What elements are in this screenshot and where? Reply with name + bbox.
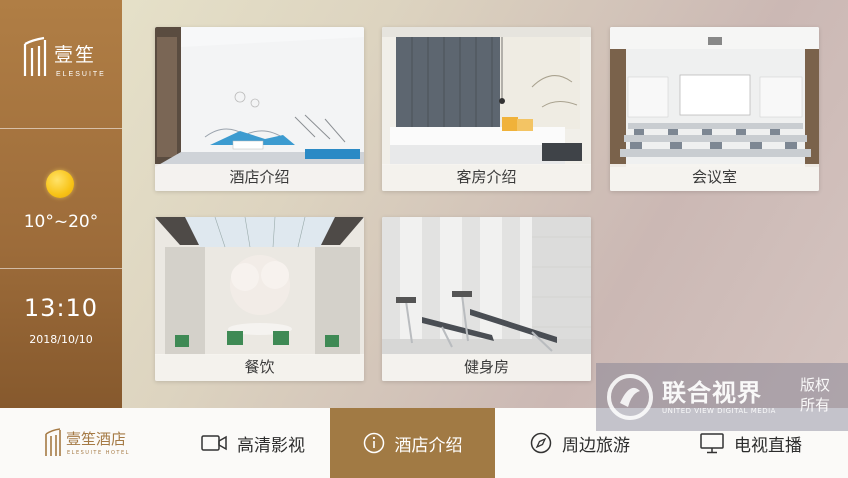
logo-english-name: ELESUITE xyxy=(56,71,106,78)
card-gym[interactable]: 健身房 xyxy=(382,217,591,381)
nav-hotel-intro[interactable]: 酒店介绍 xyxy=(330,408,495,478)
watermark: 联合视界 UNITED VIEW DIGITAL MEDIA 版权所有 xyxy=(596,363,848,431)
nav-label: 酒店介绍 xyxy=(394,435,463,456)
card-room-intro[interactable]: 客房介绍 xyxy=(382,27,591,191)
logo-mark-icon xyxy=(45,428,61,456)
card-hotel-intro[interactable]: 酒店介绍 xyxy=(155,27,364,191)
card-label: 健身房 xyxy=(382,354,591,381)
card-label: 客房介绍 xyxy=(382,164,591,191)
nav-label: 电视直播 xyxy=(734,435,802,456)
sidebar-divider xyxy=(0,268,122,269)
card-dining[interactable]: 餐饮 xyxy=(155,217,364,381)
brand-english-name: ELESUITE HOTEL xyxy=(67,450,130,456)
clock-date: 2018/10/10 xyxy=(29,333,93,346)
card-label: 会议室 xyxy=(610,164,819,191)
clock-time: 13:10 xyxy=(23,294,99,322)
sidebar: 壹笙 ELESUITE 10°~20° 13:10 2018/10/10 xyxy=(0,0,122,408)
brand-chinese-name: 壹笙酒店 xyxy=(66,430,127,448)
card-label: 酒店介绍 xyxy=(155,164,364,191)
tv-icon xyxy=(700,433,724,454)
logo-mark-icon xyxy=(23,36,47,76)
video-camera-icon xyxy=(201,435,227,451)
logo-chinese-name: 壹笙 xyxy=(54,44,97,66)
watermark-logo-icon xyxy=(607,374,653,420)
compass-icon xyxy=(530,432,552,454)
info-icon xyxy=(363,432,384,454)
nav-hd-movies[interactable]: 高清影视 xyxy=(178,408,328,478)
nav-label: 高清影视 xyxy=(237,435,305,456)
sun-icon xyxy=(46,170,74,198)
temperature: 10°~20° xyxy=(23,212,99,232)
card-meeting-room[interactable]: 会议室 xyxy=(610,27,819,191)
hotel-logo: 壹笙 ELESUITE xyxy=(22,34,106,90)
nav-label: 周边旅游 xyxy=(562,435,630,456)
sidebar-divider xyxy=(0,128,122,129)
watermark-title: 联合视界 xyxy=(662,379,762,407)
watermark-subtitle: UNITED VIEW DIGITAL MEDIA xyxy=(662,407,776,415)
card-label: 餐饮 xyxy=(155,354,364,381)
brand-logo: 壹笙酒店 ELESUITE HOTEL xyxy=(44,424,144,464)
watermark-rights: 版权所有 xyxy=(800,376,831,414)
